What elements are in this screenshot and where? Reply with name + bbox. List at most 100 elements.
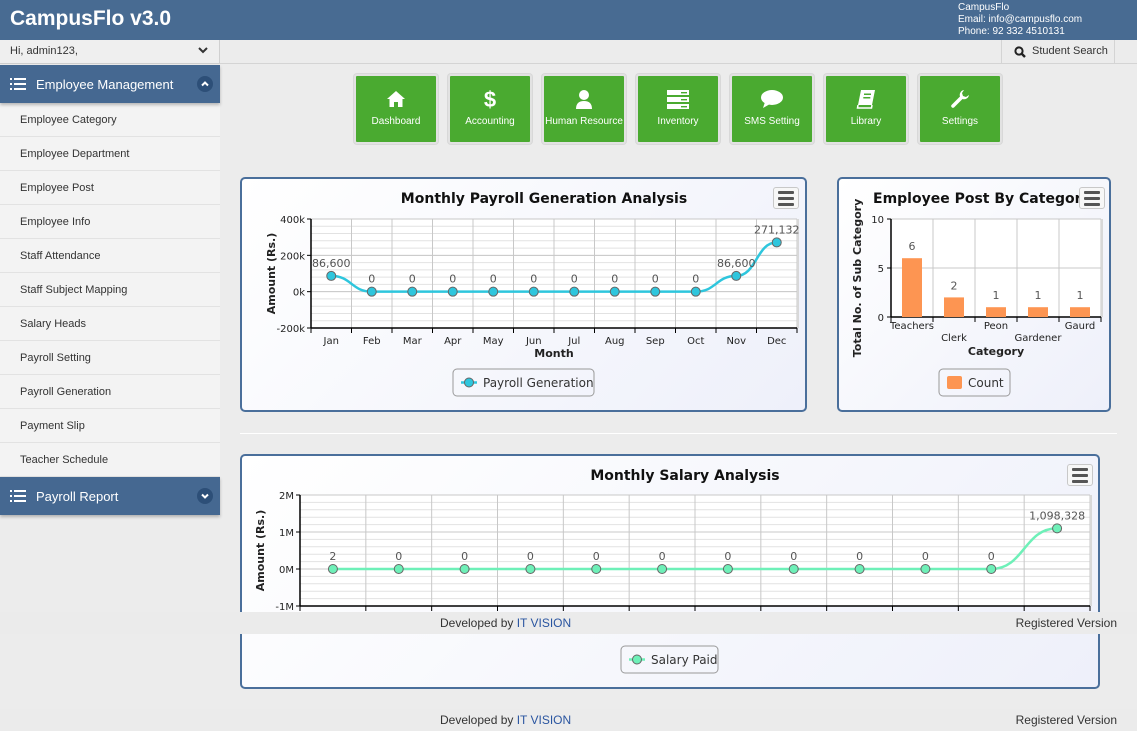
data-label: 0	[593, 550, 600, 563]
data-point	[854, 564, 865, 574]
chart-title: Monthly Salary Analysis	[590, 468, 779, 484]
tile-settings[interactable]: Settings	[918, 74, 1002, 144]
data-point	[327, 563, 338, 574]
developer-link[interactable]: IT VISION	[517, 713, 571, 727]
svg-text:$: $	[484, 88, 496, 110]
user-menu[interactable]: Hi, admin123,	[0, 40, 220, 64]
developer-credit: Developed by IT VISION	[440, 713, 572, 727]
contact-phone: Phone: 92 332 4510131	[958, 26, 1065, 37]
y-tick-label: 0k	[293, 288, 305, 299]
chart-title: Monthly Payroll Generation Analysis	[401, 191, 687, 207]
sidebar-item-staff-subject-mapping[interactable]: Staff Subject Mapping	[0, 273, 220, 307]
y-tick-label: 5	[878, 264, 884, 275]
user-icon	[576, 90, 592, 109]
data-point	[447, 286, 458, 297]
legend-label: Salary Paid	[651, 653, 718, 667]
data-point	[657, 564, 668, 574]
sidebar-section-employee-management[interactable]: Employee Management	[0, 65, 220, 103]
tile-sms-setting[interactable]: SMS Setting	[730, 74, 814, 144]
x-tick-label: Clerk	[941, 333, 967, 344]
sidebar-item-staff-attendance[interactable]: Staff Attendance	[0, 239, 220, 273]
data-label: 0	[527, 550, 534, 563]
data-label: 1	[1035, 289, 1042, 302]
data-label: 1	[993, 289, 1000, 302]
tile-dashboard[interactable]: Dashboard	[354, 74, 438, 144]
app-title: CampusFlo v3.0	[10, 7, 172, 30]
footer-overlay: Developed by IT VISION Registered Versio…	[0, 612, 1137, 634]
data-point	[488, 286, 499, 297]
data-label: 2	[329, 550, 336, 563]
y-axis-title: Total No. of Sub Category	[851, 199, 864, 358]
y-tick-label: 2M	[279, 491, 294, 502]
tile-accounting[interactable]: $ Accounting	[448, 74, 532, 144]
sidebar-item-employee-department[interactable]: Employee Department	[0, 137, 220, 171]
sidebar-item-payroll-generation[interactable]: Payroll Generation	[0, 375, 220, 409]
data-label: 0	[988, 550, 995, 563]
sidebar-item-employee-info[interactable]: Employee Info	[0, 205, 220, 239]
tile-human-resource[interactable]: Human Resource	[542, 74, 626, 144]
student-search-button[interactable]: Student Search	[1001, 40, 1115, 64]
sidebar-item-payment-slip[interactable]: Payment Slip	[0, 409, 220, 443]
sidebar-item-payroll-setting[interactable]: Payroll Setting	[0, 341, 220, 375]
data-point	[731, 270, 742, 281]
y-axis-title: Amount (Rs.)	[254, 510, 267, 592]
sidebar-section-payroll-report[interactable]: Payroll Report	[0, 477, 220, 515]
data-label: 1	[1077, 289, 1084, 302]
bar	[944, 297, 964, 317]
section-divider	[240, 433, 1117, 434]
data-label: 0	[724, 550, 731, 563]
data-label: 0	[652, 273, 659, 286]
data-label: 1,098,328	[1029, 509, 1085, 522]
sidebar-item-teacher-schedule[interactable]: Teacher Schedule	[0, 443, 220, 477]
x-tick-label: Feb	[363, 336, 381, 347]
tile-library[interactable]: Library	[824, 74, 908, 144]
chart-menu-button[interactable]	[1079, 187, 1105, 209]
plot-shadow	[1090, 495, 1092, 606]
footer: Developed by IT VISION Registered Versio…	[0, 709, 1137, 731]
chevron-down-icon[interactable]	[197, 488, 213, 504]
tile-inventory[interactable]: Inventory	[636, 74, 720, 144]
legend-label: Payroll Generation	[483, 376, 594, 390]
y-tick-label: 0	[878, 313, 884, 324]
sidebar-item-employee-category[interactable]: Employee Category	[0, 103, 220, 137]
data-point	[1052, 523, 1063, 534]
chevron-up-icon[interactable]	[197, 76, 213, 92]
data-label: 6	[909, 240, 916, 253]
data-label: 0	[395, 550, 402, 563]
data-label: 86,600	[717, 257, 756, 270]
data-point	[690, 286, 701, 297]
x-tick-label: Mar	[403, 336, 423, 347]
contact-info: CampusFlo Email: info@campusflo.com Phon…	[958, 2, 1082, 38]
data-point	[569, 286, 580, 297]
data-point	[591, 564, 602, 574]
y-tick-label: 200k	[280, 251, 305, 262]
developer-credit: Developed by IT VISION	[440, 616, 572, 630]
y-tick-label: 0M	[279, 565, 294, 576]
y-tick-label: 1M	[279, 528, 294, 539]
sidebar: Employee Management Employee Category Emp…	[0, 65, 220, 515]
chat-bubble-icon	[761, 90, 783, 108]
data-point	[650, 286, 661, 297]
payroll-line-chart: Monthly Payroll Generation Analysis -200k…	[265, 191, 800, 397]
tile-label: Dashboard	[371, 116, 421, 127]
x-tick-label: May	[483, 336, 504, 347]
x-tick-label: Apr	[444, 336, 462, 347]
chart-menu-button[interactable]	[1067, 464, 1093, 486]
data-label: 0	[856, 550, 863, 563]
developer-link[interactable]: IT VISION	[517, 616, 571, 630]
bar	[1070, 307, 1090, 317]
chart-menu-button[interactable]	[773, 187, 799, 209]
sidebar-item-employee-post[interactable]: Employee Post	[0, 171, 220, 205]
contact-name: CampusFlo	[958, 2, 1010, 13]
data-label: 0	[790, 550, 797, 563]
data-label: 271,132	[754, 223, 800, 236]
data-point	[986, 564, 997, 574]
list-icon	[10, 78, 26, 90]
tile-label: Inventory	[657, 116, 699, 127]
y-tick-label: 400k	[280, 215, 305, 226]
tile-label: Library	[850, 116, 882, 127]
data-point	[722, 564, 733, 574]
tile-label: Accounting	[465, 116, 515, 127]
x-tick-label: Jan	[323, 336, 339, 347]
sidebar-item-salary-heads[interactable]: Salary Heads	[0, 307, 220, 341]
